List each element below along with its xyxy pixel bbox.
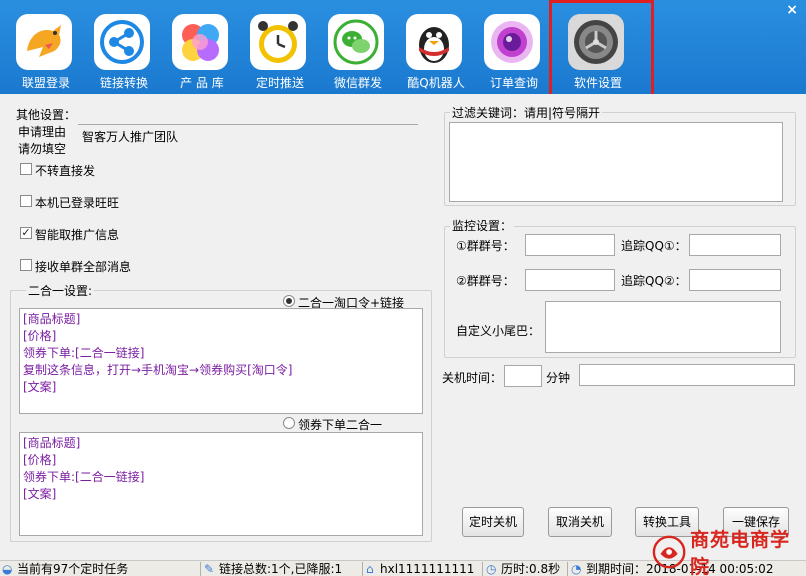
group1-input[interactable] — [525, 234, 615, 256]
radio-coupon-label: 领券下单二合一 — [298, 418, 383, 432]
link-icon: ✎ — [204, 562, 215, 576]
status-divider — [482, 562, 483, 576]
filter-keywords-input[interactable] — [449, 122, 783, 202]
toolbar-button-timed-push[interactable]: 定时推送 — [240, 4, 312, 90]
apply-reason-label: 申请理由 — [18, 125, 67, 139]
toolbar-button-order-query[interactable]: 订单查询 — [474, 4, 546, 90]
tail-label: 自定义小尾巴： — [456, 324, 541, 338]
toolbar-label: 产 品 库 — [180, 76, 224, 90]
selection-highlight — [549, 0, 654, 108]
two-in-one-title: 二合一设置: — [26, 282, 95, 299]
timed-shutdown-button[interactable]: 定时关机 — [462, 507, 524, 537]
status-links: 链接总数:1个,已降服:1 — [219, 562, 343, 576]
watermark-text: 商苑电商学院 — [690, 529, 791, 576]
toolbar-button-qq-robot[interactable]: 酷Q机器人 — [396, 4, 468, 90]
group2-label: ②群群号： — [456, 274, 515, 288]
monitor-title: 监控设置： — [450, 217, 515, 234]
shutdown-status-field[interactable] — [579, 364, 795, 386]
cancel-shutdown-button[interactable]: 取消关机 — [548, 507, 612, 537]
clock-icon: ◷ — [486, 562, 497, 576]
template-editor-2[interactable]: [商品标题] [价格] 领券下单:[二合一链接] [文案] — [19, 432, 423, 536]
filter-keywords-title: 过滤关键词：请用|符号隔开 — [450, 104, 603, 121]
toolbar-button-alliance-login[interactable]: 联盟登录 — [6, 4, 78, 90]
checkbox-no-convert-label: 不转直接发 — [35, 164, 96, 178]
radio-coupon-two-in-one[interactable] — [283, 417, 295, 429]
watermark-logo: 商苑电商学院 — [652, 528, 804, 576]
tail-input[interactable] — [545, 301, 781, 353]
checkbox-no-convert[interactable] — [20, 163, 32, 175]
main-toolbar: 联盟登录 链接转换 产 品 库 定时推送 微信群发 酷Q机器人 订单查询 软件设… — [0, 0, 806, 94]
track2-label: 追踪QQ②： — [621, 274, 687, 288]
template-line: [商品标题] — [23, 436, 81, 450]
status-user: hxl1111111111 — [380, 562, 475, 576]
toolbar-label: 联盟登录 — [21, 76, 70, 90]
group1-label: ①群群号： — [456, 239, 515, 253]
track2-input[interactable] — [689, 269, 781, 291]
status-divider — [200, 562, 201, 576]
toolbar-label: 订单查询 — [489, 76, 538, 90]
toolbar-label: 酷Q机器人 — [407, 76, 465, 90]
tasks-icon: ◒ — [2, 562, 13, 576]
apply-reason-value: 智客万人推广团队 — [82, 130, 179, 144]
toolbar-button-product-library[interactable]: 产 品 库 — [162, 4, 234, 90]
template-editor-1[interactable]: [商品标题] [价格] 领券下单:[二合一链接] 复制这条信息，打开→手机淘宝→… — [19, 308, 423, 414]
apply-reason-hint: 请勿填空 — [18, 142, 67, 156]
toolbar-button-wechat-broadcast[interactable]: 微信群发 — [318, 4, 390, 90]
template-line: 领券下单:[二合一链接] — [23, 470, 145, 484]
checkbox-receive-all-group[interactable] — [20, 259, 32, 271]
wechat-icon — [328, 14, 384, 70]
toolbar-label: 定时推送 — [255, 76, 304, 90]
status-elapsed: 历时:0.8秒 — [501, 562, 561, 576]
track1-label: 追踪QQ①： — [621, 239, 687, 253]
template-line: [价格] — [23, 329, 57, 343]
apply-reason-field[interactable]: 智客万人推广团队 — [78, 124, 418, 156]
camera-lens-icon — [484, 14, 540, 70]
balloons-icon — [172, 14, 228, 70]
checkbox-receive-all-label: 接收单群全部消息 — [35, 260, 132, 274]
template-line: 领券下单:[二合一链接] — [23, 346, 145, 360]
toolbar-label: 链接转换 — [99, 76, 148, 90]
checkbox-wangwang-label: 本机已登录旺旺 — [35, 196, 120, 210]
home-icon: ⌂ — [366, 562, 374, 576]
status-divider — [567, 562, 568, 576]
radio-taokouling-link[interactable] — [283, 295, 295, 307]
shutdown-time-label: 关机时间： — [442, 371, 503, 385]
close-icon[interactable]: × — [786, 2, 798, 18]
template-line: [文案] — [23, 380, 57, 394]
template-line: [商品标题] — [23, 312, 81, 326]
status-divider — [362, 562, 363, 576]
status-tasks: 当前有97个定时任务 — [17, 562, 129, 576]
checkbox-wangwang-logged-in[interactable] — [20, 195, 32, 207]
share-icon — [94, 14, 150, 70]
other-settings-title: 其他设置： — [16, 108, 77, 122]
toolbar-button-link-convert[interactable]: 链接转换 — [84, 4, 156, 90]
template-line: 复制这条信息，打开→手机淘宝→领券购买[淘口令] — [23, 363, 293, 377]
checkbox-smart-fetch[interactable]: ✓ — [20, 227, 32, 239]
toolbar-label: 微信群发 — [333, 76, 382, 90]
settings-panel: 其他设置： 申请理由 请勿填空 智客万人推广团队 不转直接发 本机已登录旺旺 ✓… — [0, 94, 806, 560]
group2-input[interactable] — [525, 269, 615, 291]
template-line: [文案] — [23, 487, 57, 501]
track1-input[interactable] — [689, 234, 781, 256]
alarm-clock-icon — [250, 14, 306, 70]
penguin-icon — [406, 14, 462, 70]
template-line: [价格] — [23, 453, 57, 467]
shutdown-time-input[interactable] — [504, 365, 542, 387]
shutdown-minutes-label: 分钟 — [546, 371, 571, 385]
checkbox-smart-fetch-label: 智能取推广信息 — [35, 228, 120, 242]
kangaroo-icon — [16, 14, 72, 70]
seal-icon — [652, 535, 686, 569]
timer-icon: ◔ — [571, 562, 582, 576]
